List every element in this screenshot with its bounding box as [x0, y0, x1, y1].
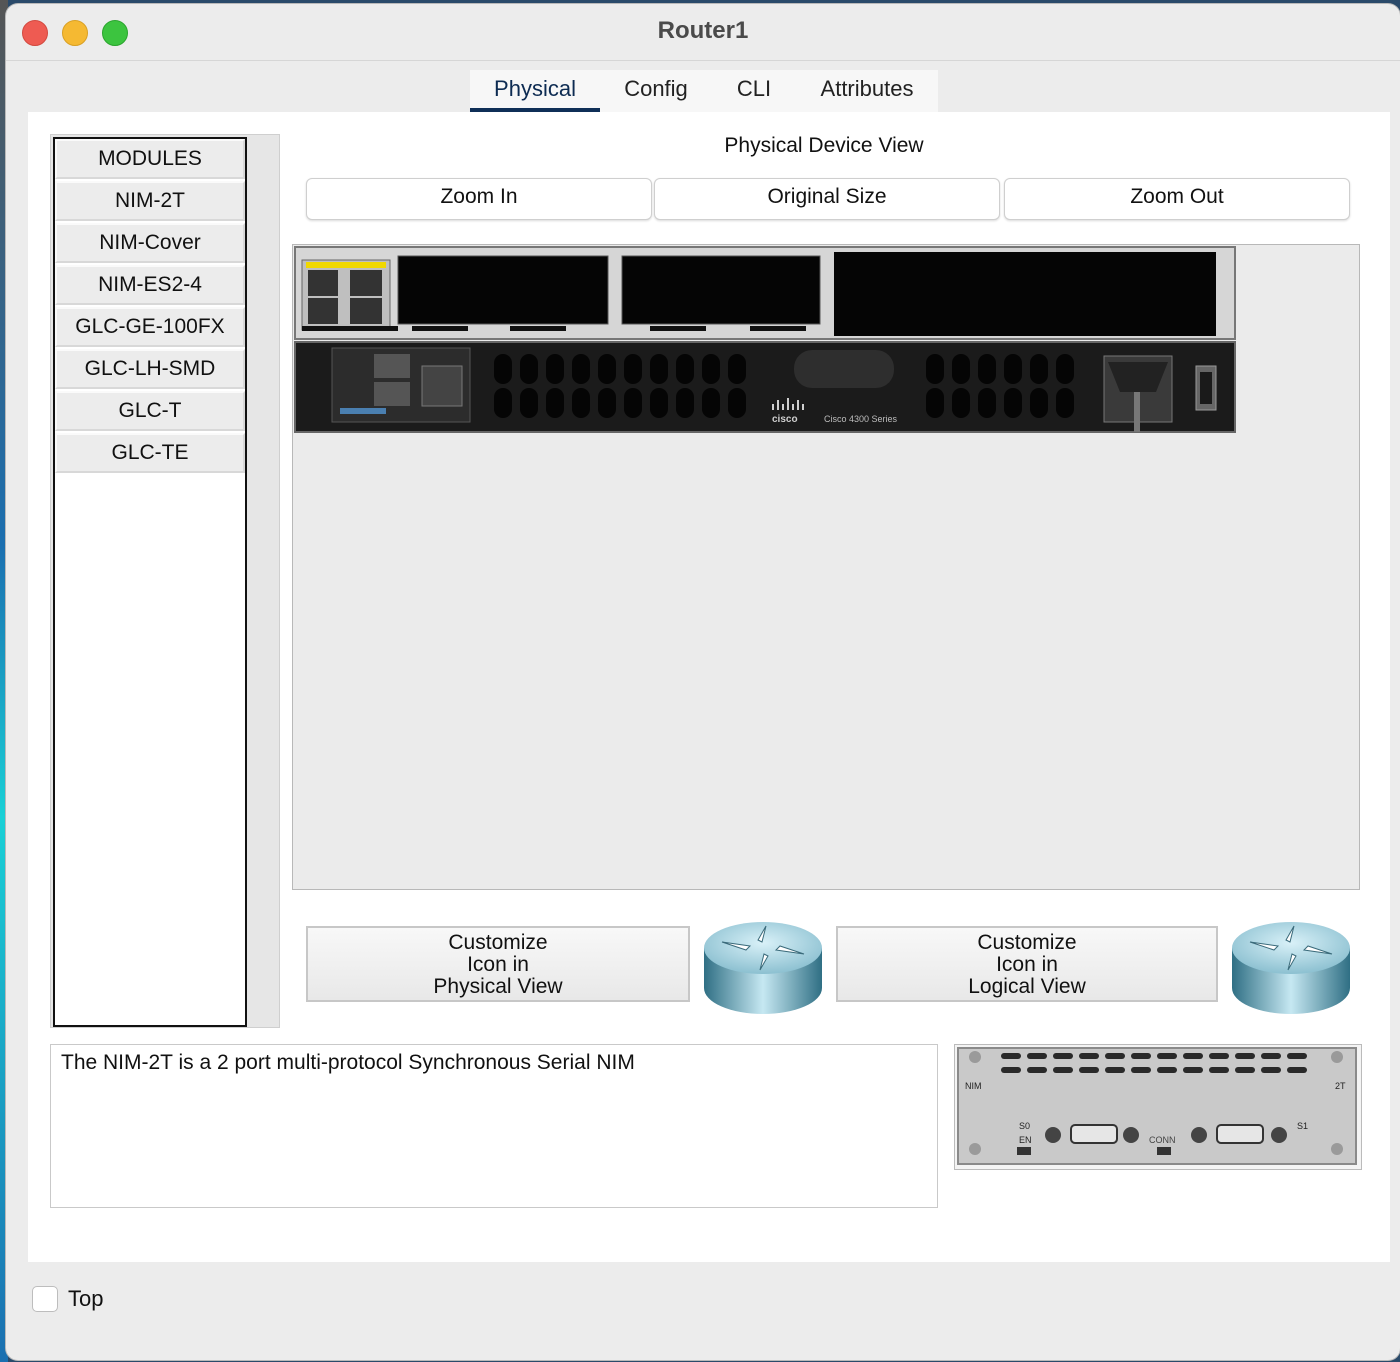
- conn-label: CONN: [1149, 1135, 1176, 1145]
- top-checkbox[interactable]: [32, 1286, 58, 1312]
- modules-list[interactable]: MODULES NIM-2T NIM-Cover NIM-ES2-4 GLC-G…: [53, 137, 247, 1027]
- tab-cli[interactable]: CLI: [718, 76, 790, 112]
- module-item[interactable]: GLC-GE-100FX: [55, 307, 245, 347]
- tab-config[interactable]: Config: [610, 76, 702, 112]
- s1-label: S1: [1297, 1121, 1308, 1131]
- nim-model-label: 2T: [1335, 1081, 1346, 1091]
- physical-device-view-title: Physical Device View: [724, 134, 924, 157]
- button-label-line: Icon in: [467, 953, 529, 976]
- en-label: EN: [1019, 1135, 1032, 1145]
- modules-list-container: MODULES NIM-2T NIM-Cover NIM-ES2-4 GLC-G…: [50, 134, 280, 1028]
- tab-physical[interactable]: Physical: [470, 76, 600, 116]
- top-checkbox-label: Top: [68, 1286, 104, 1311]
- s0-label: S0: [1019, 1121, 1030, 1131]
- tab-attributes[interactable]: Attributes: [806, 76, 928, 112]
- tab-bar: Physical Config CLI Attributes: [470, 70, 938, 116]
- series-label: Cisco 4300 Series: [824, 414, 898, 424]
- title-bar: Router1: [6, 4, 1400, 61]
- physical-panel: MODULES NIM-2T NIM-Cover NIM-ES2-4 GLC-G…: [28, 112, 1390, 1262]
- brand-label: cisco: [772, 414, 798, 425]
- module-item[interactable]: GLC-TE: [55, 433, 245, 473]
- customize-physical-icon-button[interactable]: Customize Icon in Physical View: [306, 926, 690, 1002]
- button-label-line: Physical View: [433, 975, 563, 998]
- button-label-line: Logical View: [968, 975, 1086, 998]
- window-title: Router1: [657, 17, 749, 44]
- button-label-line: Customize: [448, 931, 548, 954]
- module-item[interactable]: NIM-2T: [55, 181, 245, 221]
- nim-2t-image: NIM 2T S0 EN S1 CONN: [957, 1047, 1357, 1165]
- nim-label: NIM: [965, 1081, 982, 1091]
- router-physical-icon: [704, 922, 822, 1014]
- button-label-line: Icon in: [996, 953, 1058, 976]
- window-footer: Top: [6, 1262, 1400, 1360]
- modules-header: MODULES: [55, 139, 245, 179]
- router-logical-icon: [1232, 922, 1350, 1014]
- module-item[interactable]: NIM-Cover: [55, 223, 245, 263]
- zoom-out-button[interactable]: Zoom Out: [1004, 178, 1350, 220]
- original-size-button[interactable]: Original Size: [654, 178, 1000, 220]
- module-item[interactable]: NIM-ES2-4: [55, 265, 245, 305]
- customize-logical-icon-button[interactable]: Customize Icon in Logical View: [836, 926, 1218, 1002]
- module-item[interactable]: GLC-LH-SMD: [55, 349, 245, 389]
- device-view-area: cisco Cisco 4300 Series: [292, 244, 1360, 890]
- router-window: Router1 Physical Config CLI Attributes M…: [6, 4, 1400, 1360]
- router-chassis-image: cisco Cisco 4300 Series: [294, 246, 1236, 433]
- module-description: The NIM-2T is a 2 port multi-protocol Sy…: [50, 1044, 938, 1208]
- zoom-in-button[interactable]: Zoom In: [306, 178, 652, 220]
- module-item[interactable]: GLC-T: [55, 391, 245, 431]
- module-preview: NIM 2T S0 EN S1 CONN: [954, 1044, 1362, 1170]
- button-label-line: Customize: [977, 931, 1077, 954]
